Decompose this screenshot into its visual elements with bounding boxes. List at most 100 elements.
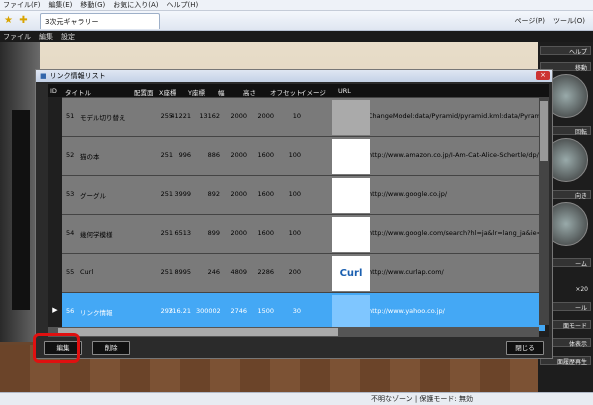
dialog-title: リンク情報リスト bbox=[49, 72, 106, 80]
table-row[interactable]: 53 グーグル 251 3999 892 2000 1600 100 http://www.go… bbox=[62, 175, 545, 214]
scene-doorway bbox=[12, 110, 30, 310]
table-row[interactable]: 51 モデル切り替え 255 41221 13162 2000 2000 10 ChangeMo… bbox=[62, 97, 545, 136]
vertical-scrollbar[interactable] bbox=[539, 97, 549, 325]
vertical-scroll-thumb[interactable] bbox=[540, 101, 548, 161]
cell-url: http://www.google.co.jp/ bbox=[368, 190, 448, 198]
cell-w: 2000 bbox=[230, 151, 247, 159]
status-bar: 不明なゾーン | 保護モード: 無効 bbox=[0, 392, 593, 405]
horizontal-scroll-thumb[interactable] bbox=[58, 328, 338, 336]
menu-favorites[interactable]: お気に入り(A) bbox=[113, 0, 158, 10]
tab-title: 3次元ギャラリー bbox=[45, 17, 99, 26]
cell-title: 猫の本 bbox=[80, 153, 100, 161]
table-row[interactable]: 52 猫の本 251 996 886 2000 1600 100 http://www.amaz… bbox=[62, 136, 545, 175]
cell-url: http://www.yahoo.co.jp/ bbox=[368, 307, 445, 315]
col-header-x[interactable]: X座標 bbox=[159, 87, 176, 97]
table-row[interactable]: 54 幾何学模様 251 6513 899 2000 1600 100 http://www.g… bbox=[62, 214, 545, 253]
cell-id: 54 bbox=[66, 229, 75, 237]
selected-row-marker: ▶ bbox=[52, 306, 58, 314]
col-header-url[interactable]: URL bbox=[338, 87, 351, 95]
cell-x: 3999 bbox=[174, 190, 191, 198]
cell-title: グーグル bbox=[80, 192, 106, 200]
cell-id: 53 bbox=[66, 190, 75, 198]
cell-title: 幾何学模様 bbox=[80, 231, 113, 239]
cell-y: 300002 bbox=[196, 307, 220, 315]
app-menu-settings[interactable]: 設定 bbox=[61, 32, 75, 42]
cell-off: 10 bbox=[292, 112, 301, 120]
app-menubar: ファイル 編集 設定 bbox=[0, 31, 593, 42]
cell-id: 51 bbox=[66, 112, 75, 120]
horizontal-scrollbar[interactable] bbox=[48, 327, 539, 337]
cell-off: 200 bbox=[288, 268, 301, 276]
page-menu[interactable]: ページ(P) bbox=[514, 16, 545, 26]
cell-h: 1600 bbox=[257, 190, 274, 198]
close-button[interactable]: 閉じる bbox=[506, 341, 544, 355]
cell-url: http://www.amazon.co.jp/I-Am-Cat-Alice-S… bbox=[368, 151, 545, 159]
cell-h: 1500 bbox=[257, 307, 274, 315]
cell-x: 716.21 bbox=[168, 307, 191, 315]
cell-w: 2000 bbox=[230, 190, 247, 198]
cell-off: 100 bbox=[288, 190, 301, 198]
app-menu-file[interactable]: ファイル bbox=[3, 32, 31, 42]
col-header-face[interactable]: 配置面 bbox=[134, 87, 154, 97]
cell-url: ChangeModel:data/Pyramid/pyramid.kml:dat… bbox=[368, 112, 545, 120]
cell-url: http://www.google.com/search?hl=ja&lr=la… bbox=[368, 229, 545, 237]
col-header-title[interactable]: タイトル bbox=[65, 87, 91, 97]
status-text: 不明なゾーン | 保護モード: 無効 bbox=[370, 395, 473, 403]
link-list-dialog: ■ リンク情報リスト × ID タイトル 配置面 X座標 Y座標 幅 高さ オフ… bbox=[35, 69, 553, 359]
table-row[interactable]: 56 リンク情報 293 716.21 300002 2746 1500 30 http://w… bbox=[62, 292, 545, 331]
table-row[interactable]: 55 Curl 251 8995 246 4809 2286 200 http://www.cu… bbox=[62, 253, 545, 292]
menu-go[interactable]: 移動(G) bbox=[80, 0, 105, 10]
cell-id: 56 bbox=[66, 307, 75, 315]
cell-w: 2000 bbox=[230, 112, 247, 120]
cell-y: 899 bbox=[207, 229, 220, 237]
browser-toolbar: ★ ✚ 3次元ギャラリー ページ(P) ツール(O) bbox=[0, 11, 593, 31]
table-header: ID タイトル 配置面 X座標 Y座標 幅 高さ オフセット イメージ URL bbox=[48, 84, 549, 97]
cell-off: 30 bbox=[292, 307, 301, 315]
link-table: ID タイトル 配置面 X座標 Y座標 幅 高さ オフセット イメージ URL … bbox=[48, 84, 549, 337]
help-button[interactable]: ヘルプ bbox=[540, 46, 591, 56]
menu-help[interactable]: ヘルプ(H) bbox=[167, 0, 199, 10]
dialog-icon: ■ bbox=[40, 72, 47, 80]
cell-title: Curl bbox=[80, 268, 94, 276]
cell-h: 2286 bbox=[257, 268, 274, 276]
app-menu-edit[interactable]: 編集 bbox=[39, 32, 53, 42]
menu-edit[interactable]: 編集(E) bbox=[49, 0, 73, 10]
browser-menubar: ファイル(F) 編集(E) 移動(G) お気に入り(A) ヘルプ(H) bbox=[0, 0, 593, 11]
menu-file[interactable]: ファイル(F) bbox=[3, 0, 41, 10]
cell-x: 41221 bbox=[170, 112, 191, 120]
cell-title: モデル切り替え bbox=[80, 114, 126, 122]
add-favorite-icon[interactable]: ✚ bbox=[18, 15, 29, 26]
cell-w: 2746 bbox=[230, 307, 247, 315]
cell-h: 1600 bbox=[257, 151, 274, 159]
thumbnail-image: Curl bbox=[332, 256, 370, 291]
cell-id: 55 bbox=[66, 268, 75, 276]
cell-y: 886 bbox=[207, 151, 220, 159]
cell-id: 52 bbox=[66, 151, 75, 159]
col-header-height[interactable]: 高さ bbox=[243, 87, 256, 97]
delete-button[interactable]: 削除 bbox=[92, 341, 130, 355]
thumbnail-image bbox=[332, 178, 370, 213]
cell-w: 2000 bbox=[230, 229, 247, 237]
col-header-id[interactable]: ID bbox=[50, 87, 57, 95]
cell-x: 996 bbox=[178, 151, 191, 159]
tools-menu[interactable]: ツール(O) bbox=[553, 16, 585, 26]
col-header-y[interactable]: Y座標 bbox=[188, 87, 205, 97]
dialog-close-button[interactable]: × bbox=[536, 71, 550, 80]
favorites-star-icon[interactable]: ★ bbox=[3, 15, 14, 26]
cell-title: リンク情報 bbox=[80, 309, 113, 317]
thumbnail-image bbox=[332, 295, 370, 330]
cell-y: 13162 bbox=[199, 112, 220, 120]
col-header-width[interactable]: 幅 bbox=[218, 87, 225, 97]
cell-off: 100 bbox=[288, 151, 301, 159]
col-header-image[interactable]: イメージ bbox=[300, 87, 326, 97]
dialog-titlebar[interactable]: ■ リンク情報リスト × bbox=[36, 70, 552, 82]
thumbnail-image bbox=[332, 100, 370, 135]
thumbnail-image bbox=[332, 139, 370, 174]
cell-x: 8995 bbox=[174, 268, 191, 276]
cell-y: 246 bbox=[207, 268, 220, 276]
cell-off: 100 bbox=[288, 229, 301, 237]
cell-h: 2000 bbox=[257, 112, 274, 120]
browser-tab[interactable]: 3次元ギャラリー bbox=[40, 13, 160, 29]
thumbnail-image bbox=[332, 217, 370, 252]
cell-y: 892 bbox=[207, 190, 220, 198]
